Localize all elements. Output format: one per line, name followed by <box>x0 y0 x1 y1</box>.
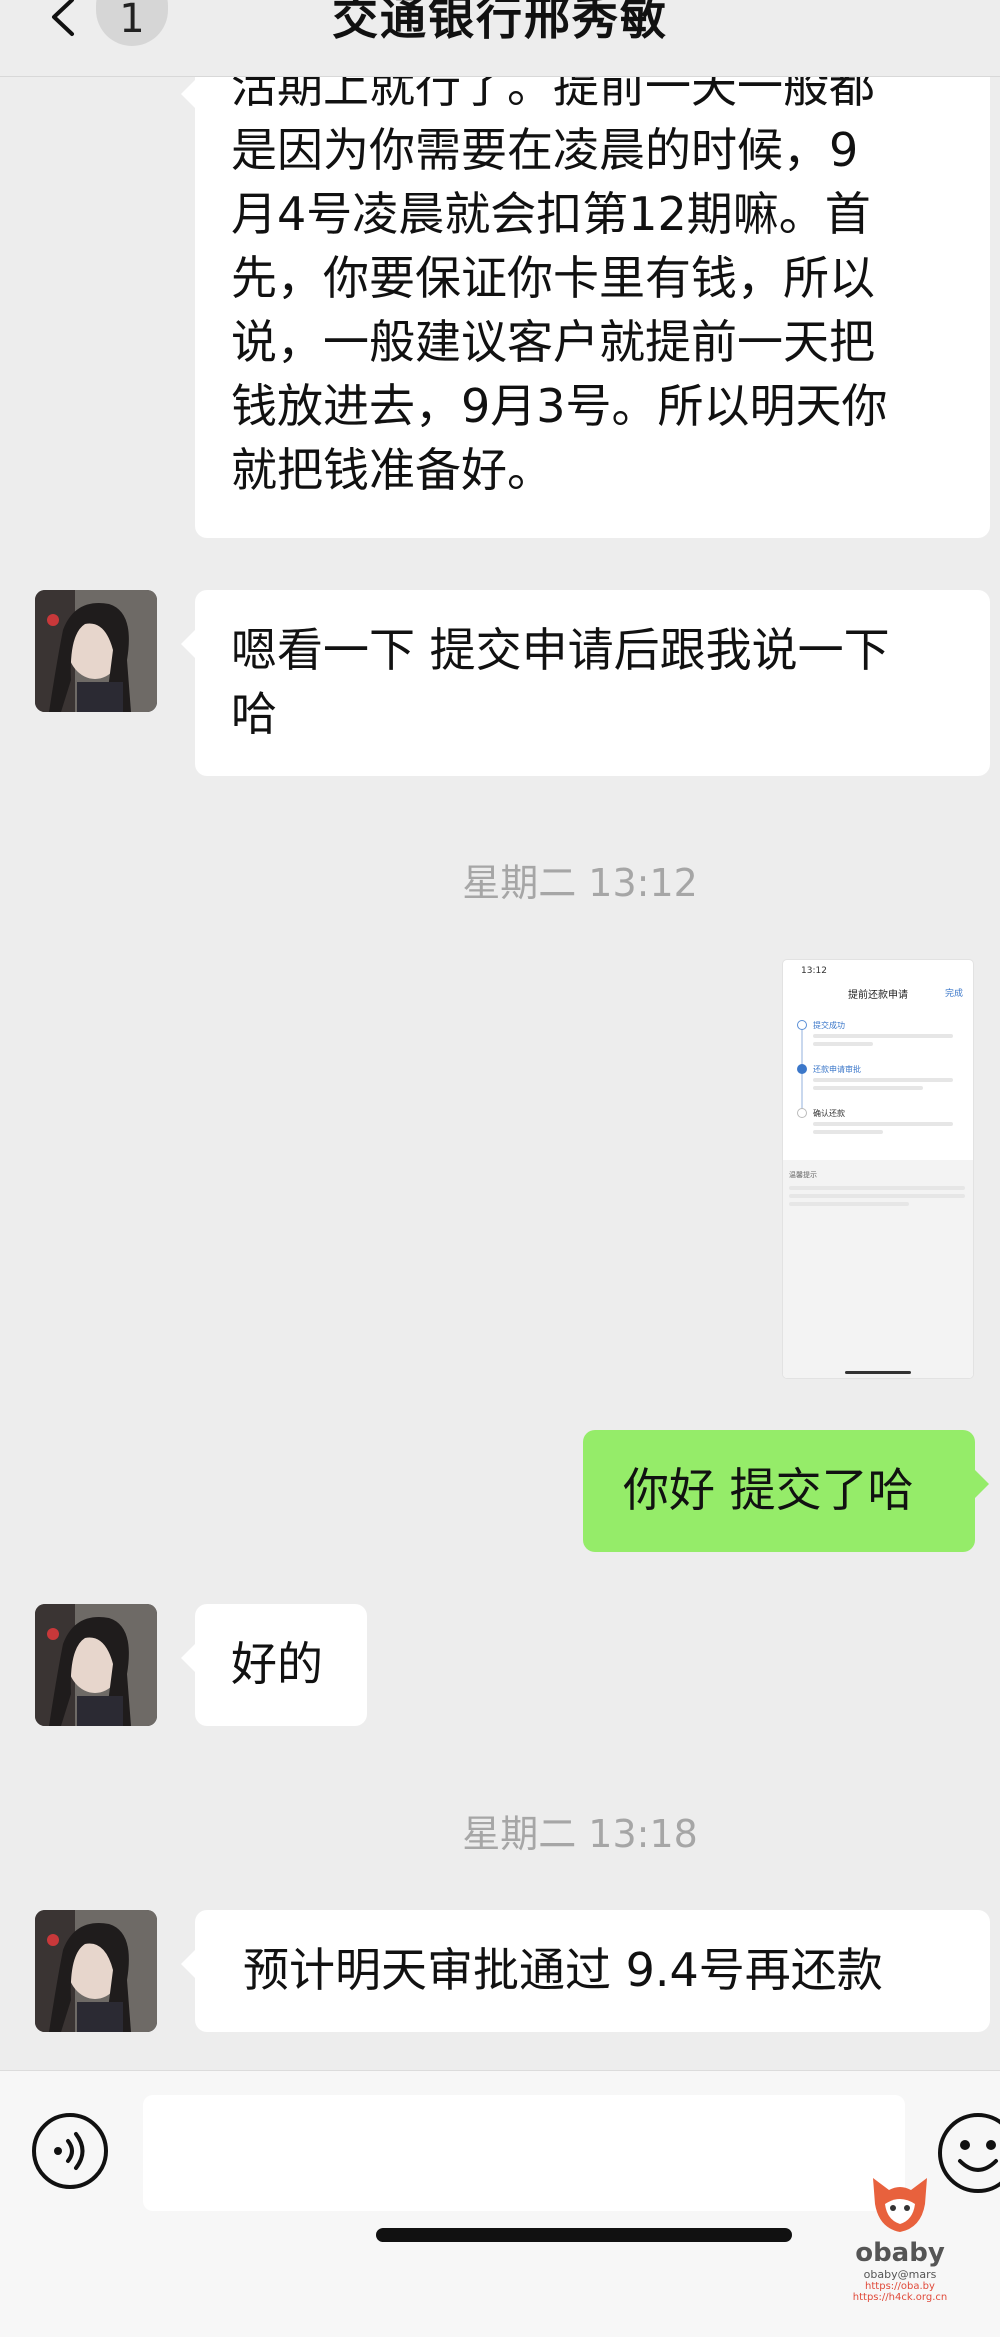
message-line: 月4号凌晨就会扣第12期嘛。首 <box>231 187 871 241</box>
thumb-step-dot-pending <box>797 1108 807 1118</box>
message-bubble-incoming[interactable]: 好的 <box>181 1604 367 1726</box>
message-bubble-incoming[interactable]: 活期上就行了。提前一天一般都 是因为你需要在凌晨的时候，9 月4号凌晨就会扣第1… <box>181 40 990 538</box>
message-line: 就把钱准备好。 <box>231 443 553 497</box>
contact-avatar[interactable] <box>35 590 157 712</box>
thumb-tips-desc <box>789 1194 965 1198</box>
thumb-step-label: 提交成功 <box>813 1021 845 1030</box>
thumb-home-indicator <box>845 1371 911 1374</box>
thumb-tips-desc <box>789 1202 909 1206</box>
thumb-step-desc <box>813 1034 953 1038</box>
message-timestamp: 星期二 13:18 <box>462 1812 698 1856</box>
thumb-step-desc <box>813 1086 923 1090</box>
message-line: 先，你要保证你卡里有钱，所以 <box>231 251 875 305</box>
message-text: 你好 提交了哈 <box>623 1463 914 1517</box>
message-line: 是因为你需要在凌晨的时候，9 <box>231 123 859 177</box>
message-line: 嗯看一下 提交申请后跟我说一下 <box>231 623 890 677</box>
chat-title: 交通银行邢秀敏 <box>332 0 668 45</box>
message-timestamp: 星期二 13:12 <box>462 861 698 905</box>
image-message-thumbnail[interactable]: 13:12 提前还款申请 完成 提交成功 还款申请审批 确认还款 温馨提示 <box>783 960 973 1378</box>
home-indicator <box>376 2228 792 2242</box>
contact-avatar[interactable] <box>35 1910 157 2032</box>
voice-icon[interactable] <box>30 2111 110 2191</box>
thumb-step-label: 确认还款 <box>813 1109 845 1118</box>
thumb-step-desc <box>813 1078 953 1082</box>
message-bubble-outgoing[interactable]: 你好 提交了哈 <box>583 1430 989 1552</box>
message-line: 钱放进去，9月3号。所以明天你 <box>231 379 888 433</box>
watermark: obaby obaby@mars https://oba.by https://… <box>850 2168 950 2303</box>
thumb-step-desc <box>813 1042 873 1046</box>
watermark-brand: obaby <box>855 2238 945 2268</box>
thumb-status-time: 13:12 <box>801 966 827 976</box>
message-bubble-incoming[interactable]: 预计明天审批通过 9.4号再还款 <box>181 1910 990 2032</box>
message-text: 预计明天审批通过 9.4号再还款 <box>243 1943 883 1997</box>
chat-header: 1 交通银行邢秀敏 <box>0 0 1000 77</box>
thumb-tips-label: 温馨提示 <box>789 1171 817 1179</box>
thumb-step-dot-active <box>797 1064 807 1074</box>
watermark-sub: obaby@mars <box>863 2268 937 2281</box>
message-line: 说，一般建议客户就提前一天把 <box>231 315 875 369</box>
fox-logo-icon <box>873 2178 927 2232</box>
message-line: 哈 <box>231 687 277 741</box>
message-text: 好的 <box>231 1637 323 1691</box>
message-bubble-incoming[interactable]: 嗯看一下 提交申请后跟我说一下 哈 <box>181 590 990 776</box>
watermark-url: https://h4ck.org.cn <box>852 2292 948 2303</box>
avatar-photo <box>35 1604 157 1726</box>
contact-avatar[interactable] <box>35 1604 157 1726</box>
avatar-photo <box>35 1910 157 2032</box>
thumb-tips-desc <box>789 1186 965 1190</box>
message-input[interactable] <box>143 2095 905 2211</box>
thumb-step-desc <box>813 1130 883 1134</box>
thumb-done-label: 完成 <box>944 989 963 999</box>
thumb-step-desc <box>813 1122 953 1126</box>
avatar-photo <box>35 590 157 712</box>
thumb-tips-section <box>783 1160 973 1378</box>
watermark-url: https://oba.by <box>865 2281 935 2292</box>
thumb-step-label: 还款申请审批 <box>813 1065 861 1074</box>
thumb-step-dot-done <box>797 1020 807 1030</box>
